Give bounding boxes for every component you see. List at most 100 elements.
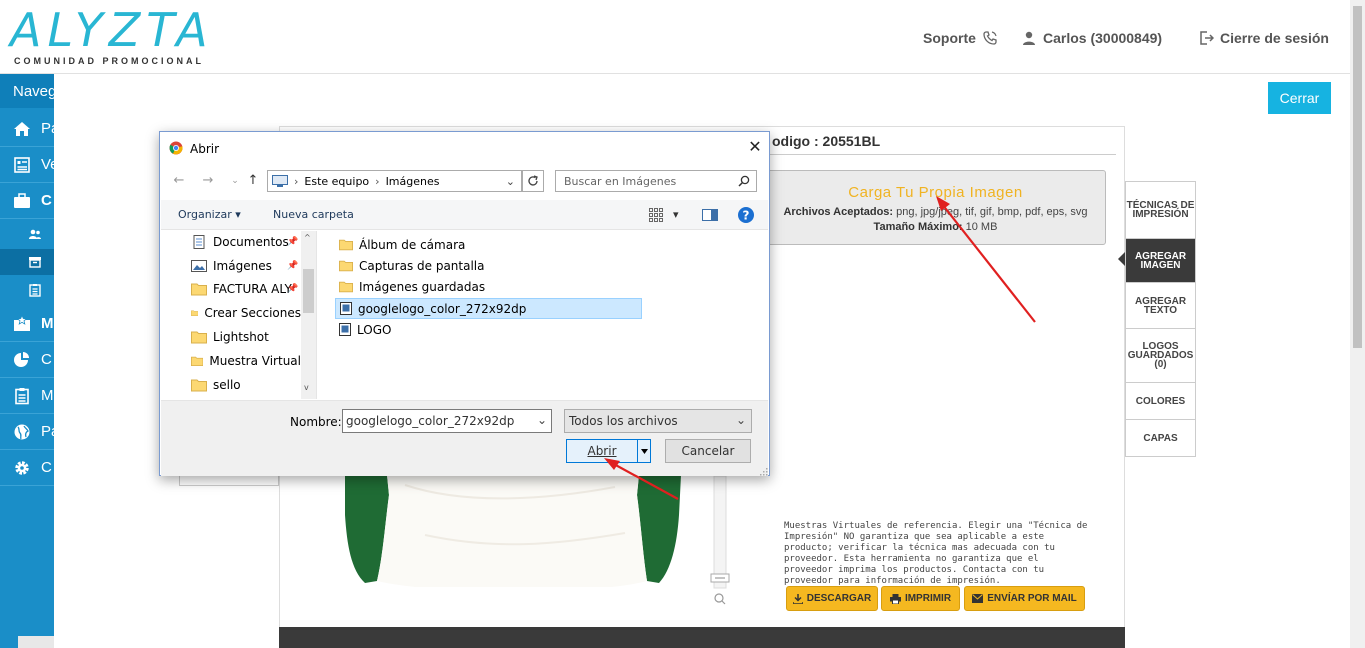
tab-add-image[interactable]: AGREGAR IMAGEN (1126, 239, 1195, 283)
pc-icon (272, 175, 288, 187)
file-item-saved-pictures[interactable]: Imágenes guardadas (335, 276, 485, 297)
cancel-button[interactable]: Cancelar (665, 439, 751, 463)
file-item-label: Álbum de cámara (359, 237, 466, 252)
nav-item-label: Crear Secciones (204, 306, 301, 320)
sidebar-item-catalog[interactable]: Ve (0, 147, 54, 183)
folder-icon (339, 239, 353, 251)
clipboard-icon (15, 387, 29, 404)
new-folder-button[interactable]: Nueva carpeta (273, 208, 354, 221)
logout-link[interactable]: Cierre de sesión (1198, 30, 1329, 46)
file-item-camera-roll[interactable]: Álbum de cámara (335, 234, 465, 255)
pictures-icon (191, 260, 207, 272)
breadcrumb-pictures[interactable]: Imágenes (386, 175, 440, 188)
active-tab-pointer (1118, 252, 1125, 266)
upload-requirements: Archivos Aceptados: png, jpg/jpeg, tif, … (766, 205, 1105, 235)
forward-arrow-icon[interactable]: → (199, 172, 217, 190)
preview-pane-icon[interactable] (702, 209, 718, 221)
page-scrollbar[interactable] (1350, 0, 1365, 648)
tab-layers[interactable]: CAPAS (1126, 420, 1195, 457)
file-item-googlelogo[interactable]: googlelogo_color_272x92dp (335, 298, 642, 319)
users-icon (29, 229, 41, 239)
tab-add-text[interactable]: AGREGAR TEXTO (1126, 283, 1195, 329)
folder-icon (339, 281, 353, 293)
documents-icon (193, 235, 205, 249)
back-arrow-icon[interactable]: ← (170, 172, 188, 190)
svg-text:?: ? (743, 209, 750, 223)
view-dropdown-icon[interactable]: ▾ (673, 208, 679, 221)
sidebar-item-countries[interactable]: Pa (0, 414, 54, 450)
file-item-screenshots[interactable]: Capturas de pantalla (335, 255, 484, 276)
breadcrumb-this-pc[interactable]: Este equipo (304, 175, 369, 188)
search-input[interactable]: Buscar en Imágenes (555, 170, 757, 192)
refresh-button[interactable] (522, 170, 544, 192)
print-label: IMPRIMIR (904, 593, 952, 604)
nav-item-crear-secciones[interactable]: Crear Secciones (191, 302, 301, 324)
tab-saved-logos[interactable]: LOGOS GUARDADOS (0) (1126, 329, 1195, 383)
sidebar-sub-archive[interactable] (0, 249, 54, 275)
sidebar-item-home[interactable]: Pa (0, 111, 54, 147)
clipboard-list-icon (29, 284, 41, 297)
sidebar-item-my-products[interactable]: M (0, 306, 54, 342)
chrome-icon (169, 141, 183, 155)
recent-chevron-icon[interactable]: ⌄ (226, 172, 244, 190)
alyzta-logo[interactable]: ALYZTA COMUNIDAD PROMOCIONAL (10, 6, 220, 70)
resize-grip-icon[interactable] (758, 466, 768, 476)
briefcase-icon (14, 192, 30, 208)
filename-input[interactable]: googlelogo_color_272x92dp ⌄ (342, 409, 552, 433)
nav-item-sello[interactable]: sello (191, 374, 301, 396)
filetype-dropdown-icon: ⌄ (735, 413, 746, 427)
file-item-logo[interactable]: LOGO (335, 319, 391, 340)
logout-label: Cierre de sesión (1220, 30, 1329, 46)
search-placeholder: Buscar en Imágenes (564, 175, 677, 188)
nav-item-factura[interactable]: FACTURA ALY (191, 278, 301, 300)
dialog-toolbar: Organizar ▾ Nueva carpeta ▾ ? (161, 200, 768, 230)
top-header: ALYZTA COMUNIDAD PROMOCIONAL Soporte Car… (0, 0, 1350, 74)
address-bar[interactable]: › Este equipo › Imágenes ⌄ (267, 170, 522, 192)
sidebar-item-reports[interactable]: C (0, 342, 54, 378)
image-file-icon (339, 323, 351, 336)
sidebar-item-label: C (41, 459, 52, 476)
sidebar-item-materials[interactable]: M (0, 378, 54, 414)
max-size-value: 10 MB (962, 221, 998, 233)
close-button[interactable]: Cerrar (1268, 82, 1331, 114)
scrollbar-thumb[interactable] (303, 269, 314, 313)
max-size-label: Tamaño Máximo: (873, 221, 963, 233)
nav-item-documents[interactable]: Documentos (191, 231, 301, 253)
sidebar-footer-tab[interactable] (18, 636, 54, 648)
tab-print-techniques[interactable]: TÉCNICAS DE IMPRESIÓN (1126, 182, 1195, 239)
download-icon (792, 593, 803, 604)
print-button[interactable]: IMPRIMIR (881, 586, 960, 611)
filetype-value: Todos los archivos (569, 414, 678, 428)
filename-dropdown-icon[interactable]: ⌄ (537, 413, 547, 427)
nav-item-lightshot[interactable]: Lightshot (191, 326, 301, 348)
view-grid-icon[interactable] (649, 208, 663, 222)
support-link[interactable]: Soporte (923, 30, 998, 46)
sidebar-item-config[interactable]: C (0, 450, 54, 486)
phone-icon (983, 31, 997, 45)
sidebar-sub-orders[interactable] (0, 277, 54, 303)
gear-icon (15, 460, 29, 475)
close-icon[interactable]: ✕ (746, 138, 764, 156)
upload-image-box[interactable]: Carga Tu Propia Imagen Archivos Aceptado… (765, 170, 1106, 245)
filetype-select[interactable]: Todos los archivos ⌄ (564, 409, 752, 433)
zoom-slider[interactable] (707, 476, 733, 612)
help-icon[interactable]: ? (737, 206, 755, 224)
sidebar-item-label: Pa (41, 120, 54, 137)
disclaimer-text: Muestras Virtuales de referencia. Elegir… (784, 521, 1088, 586)
sidebar-item-campaigns[interactable]: C (0, 183, 54, 219)
download-button[interactable]: DESCARGAR (786, 586, 878, 611)
open-split-dropdown-icon[interactable] (637, 440, 650, 462)
up-arrow-icon[interactable]: ↑ (244, 172, 262, 190)
open-button[interactable]: Abrir (566, 439, 651, 463)
navigation-pane-scrollbar[interactable]: ^ v (301, 231, 316, 399)
scrollbar-thumb[interactable] (1353, 6, 1362, 348)
user-menu[interactable]: Carlos (30000849) (1021, 30, 1162, 46)
sidebar-sub-users[interactable] (0, 221, 54, 247)
tab-colors[interactable]: COLORES (1126, 383, 1195, 420)
organize-menu[interactable]: Organizar ▾ (178, 208, 241, 221)
send-mail-button[interactable]: ENVÍAR POR MAIL (964, 586, 1085, 611)
navigation-pane: Documentos 📌 Imágenes 📌 FACTURA ALY 📌 Cr… (161, 231, 317, 399)
address-dropdown-icon[interactable]: ⌄ (506, 175, 515, 188)
nav-item-muestra-virtual[interactable]: Muestra Virtual (191, 350, 301, 372)
nav-item-pictures[interactable]: Imágenes (191, 255, 301, 277)
